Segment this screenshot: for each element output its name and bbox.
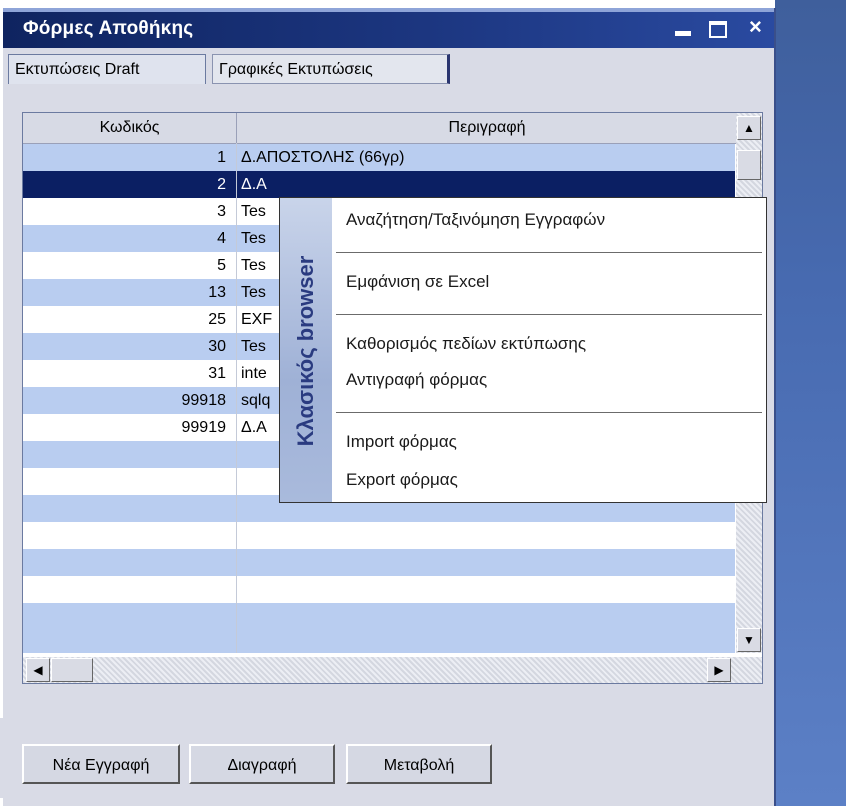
cell-code: 13 [208, 284, 226, 301]
scroll-left-icon[interactable]: ◀ [26, 658, 50, 682]
edit-button[interactable]: Μεταβολή [346, 744, 492, 784]
menu-item-import-form[interactable]: Import φόρμας [346, 432, 457, 452]
menu-item-search-sort[interactable]: Αναζήτηση/Ταξινόμηση Εγγραφών [346, 210, 605, 230]
maximize-button[interactable] [709, 21, 727, 38]
cell-code: 4 [217, 230, 226, 247]
context-menu: Κλασικός browser Αναζήτηση/Ταξινόμηση Εγ… [279, 197, 767, 503]
column-divider [236, 143, 237, 653]
delete-button[interactable]: Διαγραφή [189, 744, 335, 784]
scroll-down-icon[interactable]: ▼ [737, 628, 761, 652]
menu-item-print-fields[interactable]: Καθορισμός πεδίων εκτύπωσης [346, 334, 586, 354]
cell-code: 3 [217, 203, 226, 220]
window-title: Φόρμες Αποθήκης [23, 18, 194, 39]
menu-side-band: Κλασικός browser [280, 198, 332, 502]
empty-row [23, 522, 735, 549]
menu-item-export-form[interactable]: Export φόρμας [346, 470, 458, 490]
close-button[interactable]: × [749, 14, 762, 40]
cell-code: 5 [217, 257, 226, 274]
scroll-thumb[interactable] [737, 150, 761, 180]
cell-code: 99919 [181, 419, 227, 436]
new-record-button[interactable]: Νέα Εγγραφή [22, 744, 180, 784]
cell-code: 25 [208, 311, 226, 328]
cell-description: Δ.Α [241, 176, 267, 193]
table-row-selected[interactable]: 2 Δ.Α [23, 171, 735, 198]
menu-item-show-excel[interactable]: Εμφάνιση σε Excel [346, 272, 489, 292]
scroll-right-icon[interactable]: ▶ [707, 658, 731, 682]
column-header-code[interactable]: Κωδικός [23, 113, 237, 143]
cell-code: 2 [217, 176, 226, 193]
hscroll-thumb[interactable] [51, 658, 93, 682]
cell-code: 30 [208, 338, 226, 355]
menu-separator [336, 412, 762, 413]
tab-graphic-prints[interactable]: Γραφικές Εκτυπώσεις [212, 54, 450, 84]
empty-row [23, 576, 735, 603]
horizontal-scrollbar[interactable]: ◀ ▶ [23, 657, 762, 683]
desktop-background [775, 0, 846, 806]
scroll-up-icon[interactable]: ▲ [737, 116, 761, 140]
menu-separator [336, 314, 762, 315]
cell-code: 1 [217, 149, 226, 166]
grid-header: Κωδικός Περιγραφή [23, 113, 762, 144]
cell-description: Δ.ΑΠΟΣΤΟΛΗΣ (66γρ) [241, 149, 405, 166]
tab-draft-prints[interactable]: Εκτυπώσεις Draft [8, 54, 206, 84]
cell-code: 99918 [181, 392, 227, 409]
title-bar: Φόρμες Αποθήκης × [3, 8, 774, 48]
menu-separator [336, 252, 762, 253]
menu-item-copy-form[interactable]: Αντιγραφή φόρμας [346, 370, 487, 390]
table-row[interactable]: 1 Δ.ΑΠΟΣΤΟΛΗΣ (66γρ) [23, 144, 735, 171]
cell-code: 31 [208, 365, 226, 382]
column-header-description[interactable]: Περιγραφή [237, 113, 737, 143]
empty-row [23, 549, 735, 576]
empty-row [23, 603, 735, 653]
minimize-button[interactable] [675, 31, 691, 36]
menu-band-label: Κλασικός browser [293, 255, 318, 447]
